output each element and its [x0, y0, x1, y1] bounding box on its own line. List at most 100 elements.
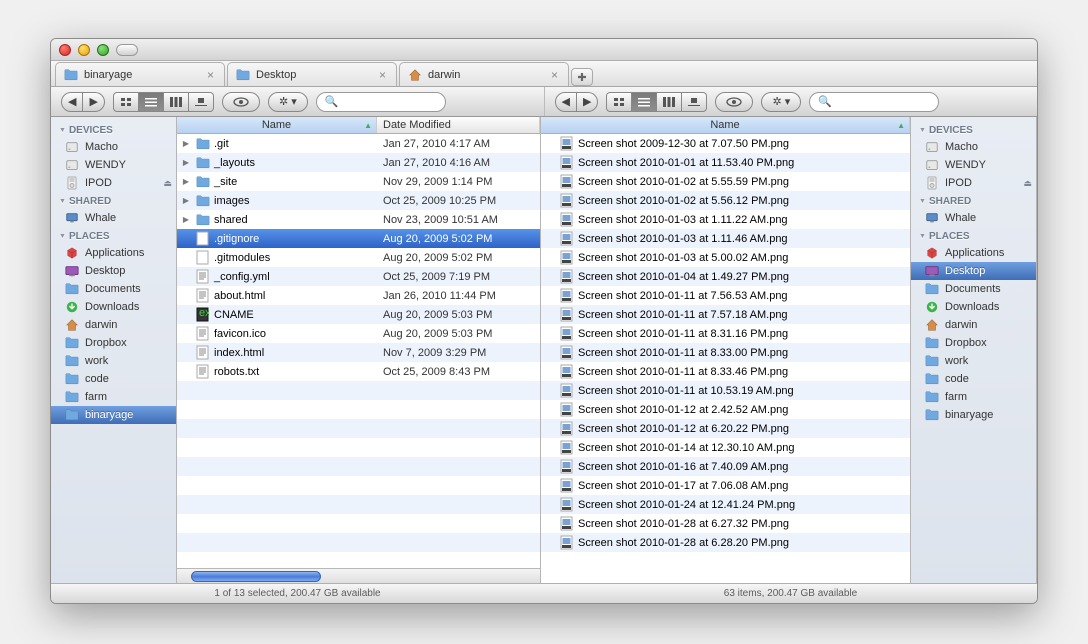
list-view-button[interactable] [139, 92, 164, 112]
titlebar[interactable] [51, 39, 1037, 61]
sidebar-item-macho[interactable]: Macho [51, 138, 176, 156]
quicklook-button[interactable] [222, 92, 260, 112]
sidebar-item-ipod[interactable]: IPOD⏏ [51, 174, 176, 192]
search-input[interactable] [338, 96, 436, 108]
sidebar-header[interactable]: DEVICES [911, 121, 1036, 138]
file-row[interactable]: ▶_siteNov 29, 2009 1:14 PM [177, 172, 540, 191]
sidebar-item-downloads[interactable]: Downloads [911, 298, 1036, 316]
coverflow-view-button[interactable] [189, 92, 214, 112]
back-button[interactable]: ◀ [61, 92, 83, 112]
file-row[interactable]: _config.ymlOct 25, 2009 7:19 PM [177, 267, 540, 286]
file-row[interactable]: Screen shot 2010-01-03 at 5.00.02 AM.png [541, 248, 910, 267]
disclosure-icon[interactable]: ▶ [181, 215, 191, 224]
file-row[interactable]: Screen shot 2010-01-17 at 7.06.08 AM.png [541, 476, 910, 495]
new-tab-button[interactable]: ✚ [571, 68, 593, 86]
file-row[interactable]: Screen shot 2010-01-12 at 2.42.52 AM.png [541, 400, 910, 419]
sidebar-item-downloads[interactable]: Downloads [51, 298, 176, 316]
tab-close-icon[interactable]: × [379, 68, 386, 82]
sidebar-header[interactable]: PLACES [911, 227, 1036, 244]
file-row[interactable]: ▶sharedNov 23, 2009 10:51 AM [177, 210, 540, 229]
quicklook-button-2[interactable] [715, 92, 753, 112]
sidebar-item-dropbox[interactable]: Dropbox [51, 334, 176, 352]
sidebar-item-work[interactable]: work [911, 352, 1036, 370]
forward-button-2[interactable]: ▶ [577, 92, 598, 112]
sidebar-item-desktop[interactable]: Desktop [51, 262, 176, 280]
tab-close-icon[interactable]: × [207, 68, 214, 82]
file-row[interactable]: Screen shot 2010-01-24 at 12.41.24 PM.pn… [541, 495, 910, 514]
sidebar-item-applications[interactable]: Applications [911, 244, 1036, 262]
eject-icon[interactable]: ⏏ [163, 178, 172, 189]
sidebar-item-ipod[interactable]: IPOD⏏ [911, 174, 1036, 192]
column-view-button[interactable] [164, 92, 189, 112]
hscroll-left[interactable] [177, 568, 540, 583]
zoom-icon[interactable] [97, 44, 109, 56]
tab-close-icon[interactable]: × [551, 68, 558, 82]
toolbar-toggle-icon[interactable] [116, 44, 138, 56]
file-row[interactable]: Screen shot 2010-01-11 at 7.57.18 AM.png [541, 305, 910, 324]
sidebar-item-desktop[interactable]: Desktop [911, 262, 1036, 280]
sidebar-item-wendy[interactable]: WENDY [51, 156, 176, 174]
file-row[interactable]: robots.txtOct 25, 2009 8:43 PM [177, 362, 540, 381]
sidebar-header[interactable]: SHARED [51, 192, 176, 209]
column-view-button-2[interactable] [657, 92, 682, 112]
col-date[interactable]: Date Modified [377, 117, 540, 133]
icon-view-button[interactable] [113, 92, 139, 112]
sidebar-right[interactable]: DEVICESMachoWENDYIPOD⏏SHAREDWhalePLACESA… [911, 117, 1037, 583]
file-row[interactable]: Screen shot 2009-12-30 at 7.07.50 PM.png [541, 134, 910, 153]
file-list-right[interactable]: Screen shot 2009-12-30 at 7.07.50 PM.png… [541, 134, 910, 583]
sidebar-item-binaryage[interactable]: binaryage [51, 406, 176, 424]
sidebar-item-wendy[interactable]: WENDY [911, 156, 1036, 174]
col-name-2[interactable]: Name▲ [541, 117, 910, 133]
file-row[interactable]: Screen shot 2010-01-11 at 8.33.46 PM.png [541, 362, 910, 381]
disclosure-icon[interactable]: ▶ [181, 139, 191, 148]
file-row[interactable]: Screen shot 2010-01-11 at 10.53.19 AM.pn… [541, 381, 910, 400]
file-row[interactable]: Screen shot 2010-01-16 at 7.40.09 AM.png [541, 457, 910, 476]
sidebar-header[interactable]: SHARED [911, 192, 1036, 209]
sidebar-item-documents[interactable]: Documents [911, 280, 1036, 298]
file-row[interactable]: Screen shot 2010-01-28 at 6.28.20 PM.png [541, 533, 910, 552]
icon-view-button-2[interactable] [606, 92, 632, 112]
search-field[interactable]: 🔍 [316, 92, 446, 112]
sidebar-item-darwin[interactable]: darwin [911, 316, 1036, 334]
tab-binaryage[interactable]: binaryage× [55, 62, 225, 86]
sidebar-item-binaryage[interactable]: binaryage [911, 406, 1036, 424]
tab-darwin[interactable]: darwin× [399, 62, 569, 86]
sidebar-item-macho[interactable]: Macho [911, 138, 1036, 156]
file-row[interactable]: Screen shot 2010-01-12 at 6.20.22 PM.png [541, 419, 910, 438]
file-row[interactable]: Screen shot 2010-01-03 at 1.11.22 AM.png [541, 210, 910, 229]
sidebar-item-farm[interactable]: farm [911, 388, 1036, 406]
sidebar-item-code[interactable]: code [51, 370, 176, 388]
col-name[interactable]: Name▲ [177, 117, 377, 133]
sidebar-item-darwin[interactable]: darwin [51, 316, 176, 334]
sidebar-item-whale[interactable]: Whale [51, 209, 176, 227]
back-button-2[interactable]: ◀ [555, 92, 577, 112]
file-list-left[interactable]: ▶.gitJan 27, 2010 4:17 AM▶_layoutsJan 27… [177, 134, 540, 568]
action-button[interactable]: ✲ ▾ [268, 92, 308, 112]
file-row[interactable]: .gitignoreAug 20, 2009 5:02 PM [177, 229, 540, 248]
file-row[interactable]: Screen shot 2010-01-11 at 8.33.00 PM.png [541, 343, 910, 362]
sidebar-item-work[interactable]: work [51, 352, 176, 370]
file-row[interactable]: .gitmodulesAug 20, 2009 5:02 PM [177, 248, 540, 267]
file-row[interactable]: exeCNAMEAug 20, 2009 5:03 PM [177, 305, 540, 324]
action-button-2[interactable]: ✲ ▾ [761, 92, 801, 112]
file-row[interactable]: Screen shot 2010-01-11 at 7.56.53 AM.png [541, 286, 910, 305]
search-input-2[interactable] [832, 96, 930, 108]
sidebar-item-whale[interactable]: Whale [911, 209, 1036, 227]
sidebar-item-applications[interactable]: Applications [51, 244, 176, 262]
file-row[interactable]: Screen shot 2010-01-04 at 1.49.27 PM.png [541, 267, 910, 286]
search-field-2[interactable]: 🔍 [809, 92, 939, 112]
sidebar-item-documents[interactable]: Documents [51, 280, 176, 298]
file-row[interactable]: ▶.gitJan 27, 2010 4:17 AM [177, 134, 540, 153]
coverflow-view-button-2[interactable] [682, 92, 707, 112]
file-row[interactable]: Screen shot 2010-01-03 at 1.11.46 AM.png [541, 229, 910, 248]
file-row[interactable]: ▶imagesOct 25, 2009 10:25 PM [177, 191, 540, 210]
disclosure-icon[interactable]: ▶ [181, 177, 191, 186]
minimize-icon[interactable] [78, 44, 90, 56]
forward-button[interactable]: ▶ [83, 92, 104, 112]
sidebar-item-code[interactable]: code [911, 370, 1036, 388]
sidebar-header[interactable]: DEVICES [51, 121, 176, 138]
hscroll-thumb[interactable] [191, 571, 321, 582]
file-row[interactable]: Screen shot 2010-01-01 at 11.53.40 PM.pn… [541, 153, 910, 172]
disclosure-icon[interactable]: ▶ [181, 196, 191, 205]
list-view-button-2[interactable] [632, 92, 657, 112]
